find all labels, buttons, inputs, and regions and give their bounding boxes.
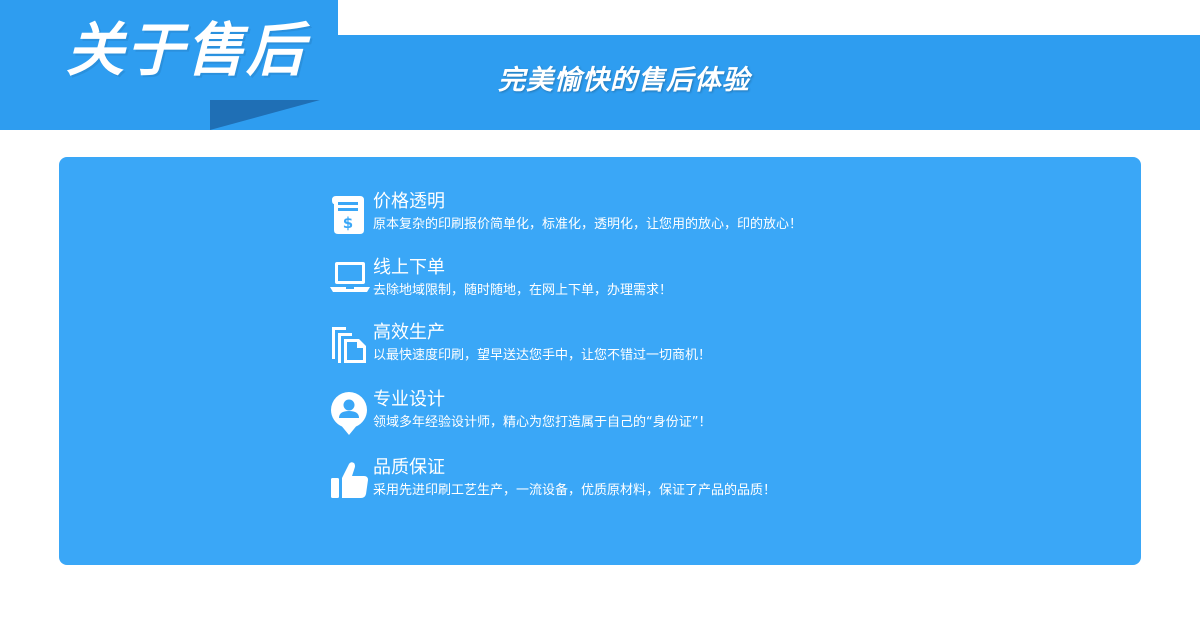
page-title: 关于售后: [66, 16, 307, 84]
feature-description: 以最快速度印刷，望早送达您手中，让您不错过一切商机！: [373, 348, 712, 363]
stacked-documents-icon: [330, 325, 366, 367]
feature-title: 品质保证: [373, 457, 445, 478]
feature-description: 去除地域限制，随时随地，在网上下单，办理需求！: [373, 283, 673, 298]
feature-description: 采用先进印刷工艺生产，一流设备，优质原材料，保证了产品的品质！: [373, 483, 777, 498]
feature-description: 原本复杂的印刷报价简单化，标准化，透明化，让您用的放心，印的放心！: [373, 217, 803, 232]
page-subtitle: 完美愉快的售后体验: [498, 65, 750, 96]
feature-title: 专业设计: [373, 389, 445, 410]
laptop-icon: [330, 260, 370, 302]
feature-description: 领域多年经验设计师，精心为您打造属于自己的“身份证”！: [373, 415, 712, 430]
banner-fold-shadow: [210, 100, 320, 130]
receipt-dollar-icon: $: [330, 194, 366, 236]
feature-title: 价格透明: [373, 191, 445, 212]
title-block: 关于售后: [0, 0, 338, 101]
feature-title: 线上下单: [373, 257, 445, 278]
thumbs-up-icon: [330, 460, 368, 502]
svg-text:$: $: [343, 214, 353, 232]
user-pin-icon: [330, 392, 367, 435]
feature-title: 高效生产: [373, 322, 445, 343]
